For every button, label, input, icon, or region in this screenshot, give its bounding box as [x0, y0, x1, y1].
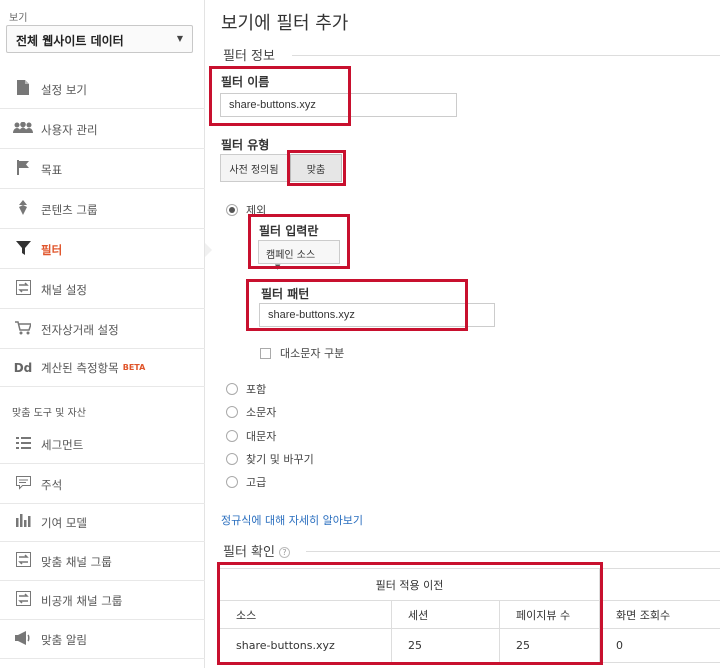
- sidebar-item-calculated-metrics[interactable]: Dd 계산된 측정항목 BETA: [0, 349, 205, 387]
- sidebar-item-label: 전자상거래 설정: [41, 322, 119, 337]
- cart-icon: [12, 320, 34, 339]
- highlight-box: [248, 214, 350, 269]
- sidebar-item-label: 비공개 채널 그룹: [41, 593, 123, 608]
- sidebar-item-content-grouping[interactable]: 콘텐츠 그룹: [0, 191, 205, 229]
- sidebar-item-attribution-models[interactable]: 기여 모델: [0, 504, 205, 542]
- page-title: 보기에 필터 추가: [221, 13, 349, 34]
- sidebar: 보기 전체 웹사이트 데이터 ▼ 설정 보기 사용자 관리 목표 콘텐츠 그룹 …: [0, 0, 212, 668]
- document-icon: [12, 80, 34, 99]
- advanced-radio[interactable]: 고급: [226, 474, 266, 490]
- sidebar-item-label: 채널 설정: [41, 282, 87, 297]
- sidebar-item-label: 세그먼트: [41, 437, 84, 452]
- highlight-box: [287, 150, 346, 186]
- lowercase-radio[interactable]: 소문자: [226, 404, 276, 420]
- include-radio[interactable]: 포함: [226, 381, 266, 397]
- search-replace-radio[interactable]: 찾기 및 바꾸기: [226, 451, 314, 467]
- sidebar-item-label: 설정 보기: [41, 82, 87, 97]
- channel-settings-icon: [12, 280, 34, 299]
- annotation-icon: [12, 475, 34, 494]
- sidebar-item-goals[interactable]: 목표: [0, 151, 205, 189]
- sidebar-section-title: 맞춤 도구 및 자산: [12, 408, 86, 419]
- sidebar-item-label: 맞춤 알림: [41, 632, 87, 647]
- sidebar-item-label: 필터: [41, 242, 63, 257]
- radio: [226, 476, 238, 488]
- calculated-metric-icon: Dd: [13, 360, 33, 375]
- sidebar-item-private-channel-groupings[interactable]: 비공개 채널 그룹: [0, 582, 205, 620]
- sidebar-item-filters[interactable]: 필터: [0, 231, 212, 269]
- highlight-box: [209, 66, 351, 126]
- sidebar-item-view-settings[interactable]: 설정 보기: [0, 71, 205, 109]
- sidebar-item-segments[interactable]: 세그먼트: [0, 426, 205, 464]
- lowercase-radio-label: 소문자: [246, 406, 277, 419]
- table-cell: 0: [599, 628, 720, 663]
- view-label: 보기: [9, 13, 28, 24]
- advanced-radio-label: 고급: [246, 476, 267, 489]
- checkbox: [260, 347, 271, 359]
- highlight-box: [246, 279, 468, 331]
- radio: [226, 453, 238, 465]
- segment-icon: [12, 436, 34, 454]
- sidebar-item-label: 콘텐츠 그룹: [41, 202, 98, 217]
- alert-icon: [12, 630, 34, 649]
- attribution-icon: [12, 514, 34, 531]
- sidebar-item-custom-alerts[interactable]: 맞춤 알림: [0, 621, 205, 659]
- sidebar-item-label: 계산된 측정항목: [41, 360, 119, 375]
- uppercase-radio[interactable]: 대문자: [226, 428, 276, 444]
- search-replace-radio-label: 찾기 및 바꾸기: [246, 453, 314, 466]
- filter-info-title: 필터 정보: [223, 49, 275, 64]
- verify-filter-label: 필터 확인: [223, 545, 275, 560]
- private-channel-group-icon: [12, 591, 34, 610]
- view-select[interactable]: 전체 웹사이트 데이터 ▼: [6, 25, 193, 53]
- sidebar-item-ecommerce-settings[interactable]: 전자상거래 설정: [0, 311, 205, 349]
- filter-icon: [12, 240, 34, 259]
- uppercase-radio-label: 대문자: [246, 430, 277, 443]
- sidebar-item-annotations[interactable]: 주석: [0, 466, 205, 504]
- radio-selected: [226, 204, 238, 216]
- radio: [226, 383, 238, 395]
- predefined-button[interactable]: 사전 정의됨: [220, 154, 288, 182]
- sidebar-item-label: 목표: [41, 162, 63, 177]
- highlight-box: [217, 562, 603, 665]
- flag-icon: [12, 160, 34, 179]
- sidebar-item-custom-channel-groupings[interactable]: 맞춤 채널 그룹: [0, 543, 205, 581]
- case-sensitive-checkbox[interactable]: 대소문자 구분: [260, 345, 344, 361]
- sidebar-item-label: 주석: [41, 477, 63, 492]
- channel-group-icon: [12, 552, 34, 571]
- users-icon: [12, 121, 34, 138]
- case-sensitive-label: 대소문자 구분: [280, 347, 345, 360]
- sidebar-item-label: 사용자 관리: [41, 122, 98, 137]
- table-group-header-empty: [599, 568, 720, 601]
- chevron-down-icon: ▼: [176, 34, 183, 43]
- include-radio-label: 포함: [246, 383, 267, 396]
- table-column-header: 화면 조회수: [599, 600, 720, 629]
- sidebar-item-label: 맞춤 채널 그룹: [41, 554, 112, 569]
- regex-help-link[interactable]: 정규식에 대해 자세히 알아보기: [221, 512, 363, 528]
- verify-filter-title: 필터 확인?: [223, 541, 290, 560]
- main-panel: 보기에 필터 추가 필터 정보 필터 이름 필터 유형 사전 정의됨 맞춤 제외…: [206, 0, 720, 668]
- sidebar-item-label: 기여 모델: [41, 515, 87, 530]
- radio: [226, 430, 238, 442]
- radio: [226, 406, 238, 418]
- divider: [292, 55, 720, 56]
- view-select-value: 전체 웹사이트 데이터: [16, 34, 124, 48]
- sidebar-item-channel-settings[interactable]: 채널 설정: [0, 271, 205, 309]
- sidebar-item-user-management[interactable]: 사용자 관리: [0, 111, 205, 149]
- help-icon[interactable]: ?: [278, 547, 290, 558]
- content-group-icon: [12, 200, 34, 219]
- beta-badge: BETA: [122, 363, 146, 372]
- filter-type-label: 필터 유형: [221, 138, 270, 152]
- divider: [306, 551, 720, 552]
